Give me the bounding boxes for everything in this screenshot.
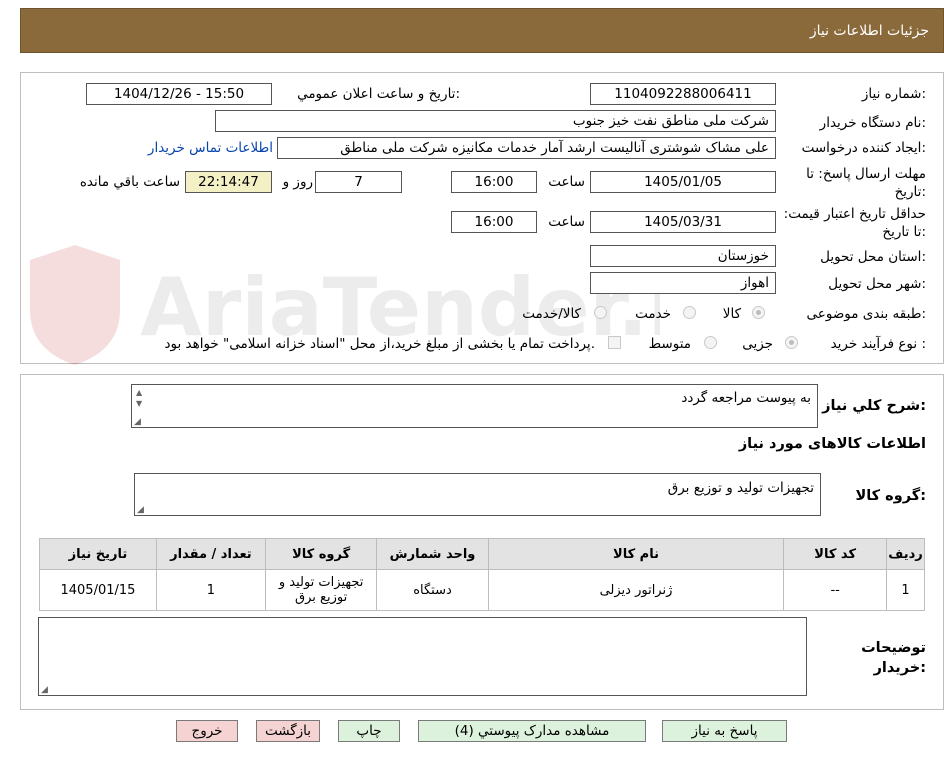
cell-quantity: 1 xyxy=(155,569,266,611)
resize-handle-icon[interactable]: ◢ xyxy=(41,685,48,695)
process-option-medium: متوسط xyxy=(648,336,691,352)
category-radio-goods[interactable] xyxy=(752,306,765,319)
goods-table: ردیف کد کالا نام کالا واحد شمارش گروه کا… xyxy=(39,538,925,611)
deadline-date-field: 1405/01/05 xyxy=(590,171,776,193)
validity-label: حداقل تاریخ اعتبار قیمت: تا تاریخ: xyxy=(783,206,926,240)
scroll-up-icon[interactable]: ▲ xyxy=(136,388,142,397)
page-title: جزئیات اطلاعات نیاز xyxy=(809,23,929,39)
goods-group-textarea[interactable]: تجهیزات تولید و توزیع برق ◢ xyxy=(134,473,821,516)
buyer-field: شرکت ملی مناطق نفت خیز جنوب xyxy=(215,110,776,132)
exit-button[interactable]: خروج xyxy=(176,720,238,742)
view-docs-button[interactable]: مشاهده مدارک پیوستي (4) xyxy=(418,720,646,742)
table-row: 1 -- ژنراتور دیزلی دستگاه تجهیزات تولید … xyxy=(39,569,925,611)
category-radio-goods-service[interactable] xyxy=(594,306,607,319)
deadline-time-field: 16:00 xyxy=(451,171,537,193)
buyer-contact-link[interactable]: اطلاعات تماس خریدار xyxy=(148,140,273,156)
col-group: گروه کالا xyxy=(264,538,378,570)
cell-group: تجهیزات تولید و توزیع برق xyxy=(264,569,378,611)
scroll-down-icon[interactable]: ▼ xyxy=(136,399,142,408)
cell-need-date: 1405/01/15 xyxy=(39,569,157,611)
validity-time-label: ساعت xyxy=(548,214,585,230)
deadline-time-label: ساعت xyxy=(548,174,585,190)
resize-handle-icon[interactable]: ◢ xyxy=(137,505,144,515)
buyer-notes-textarea[interactable]: ◢ xyxy=(38,617,807,696)
back-button[interactable]: بازگشت xyxy=(256,720,320,742)
goods-info-title: اطلاعات کالاهای مورد نیاز xyxy=(738,436,926,452)
goods-group-label: گروه کالا: xyxy=(855,488,926,504)
description-textarea[interactable]: به پیوست مراجعه گردد ▲ ▼ ◢ xyxy=(131,384,818,428)
page-header: جزئیات اطلاعات نیاز xyxy=(20,8,944,53)
cell-item-code: -- xyxy=(783,569,888,611)
process-option-minor: جزیی xyxy=(742,336,773,352)
shield-icon xyxy=(30,245,120,365)
process-radio-medium[interactable] xyxy=(704,336,717,349)
process-radio-minor[interactable] xyxy=(785,336,798,349)
remaining-label: ساعت باقي مانده xyxy=(79,174,180,190)
col-item-code: کد کالا xyxy=(783,538,888,570)
category-radio-service[interactable] xyxy=(683,306,696,319)
category-option-service: خدمت xyxy=(635,306,671,322)
days-label: روز و xyxy=(282,174,313,190)
col-item-name: نام کالا xyxy=(487,538,785,570)
reply-button[interactable]: پاسخ به نیاز xyxy=(662,720,787,742)
col-quantity: تعداد / مقدار xyxy=(155,538,266,570)
province-label: استان محل تحویل: xyxy=(820,249,926,265)
payment-note: پرداخت تمام یا بخشی از مبلغ خرید،از محل … xyxy=(164,336,595,352)
city-label: شهر محل تحویل: xyxy=(828,276,926,292)
buyer-label: نام دستگاه خریدار: xyxy=(819,115,926,131)
print-button[interactable]: چاپ xyxy=(338,720,400,742)
cell-unit: دستگاه xyxy=(376,569,489,611)
cell-item-name: ژنراتور دیزلی xyxy=(487,569,785,611)
category-option-goods: کالا xyxy=(722,306,741,322)
need-number-label: شماره نیاز: xyxy=(861,86,926,102)
cell-row-number: 1 xyxy=(886,569,925,611)
col-need-date: تاریخ نیاز xyxy=(39,538,157,570)
validity-date-field: 1405/03/31 xyxy=(590,211,776,233)
province-field: خوزستان xyxy=(590,245,776,267)
remaining-time-field: 22:14:47 xyxy=(185,171,272,193)
creator-label: ایجاد کننده درخواست: xyxy=(801,140,926,156)
days-field: 7 xyxy=(315,171,402,193)
goods-group-text: تجهیزات تولید و توزیع برق xyxy=(667,480,814,496)
category-label: طبقه بندی موضوعی: xyxy=(806,306,926,322)
city-field: اهواز xyxy=(590,272,776,294)
description-text: به پیوست مراجعه گردد xyxy=(681,390,811,406)
col-row-number: ردیف xyxy=(886,538,925,570)
announce-field: 1404/12/26 - 15:50 xyxy=(86,83,272,105)
col-unit: واحد شمارش xyxy=(376,538,489,570)
need-number-field: 1104092288006411 xyxy=(590,83,776,105)
buyer-notes-label: توضیحات خریدار: xyxy=(861,640,926,676)
announce-label: تاریخ و ساعت اعلان عمومي: xyxy=(297,86,460,102)
table-header-row: ردیف کد کالا نام کالا واحد شمارش گروه کا… xyxy=(39,538,925,570)
treasury-checkbox[interactable] xyxy=(608,336,621,349)
description-label: شرح كلي نياز: xyxy=(822,398,926,414)
process-label: نوع فرآیند خرید : xyxy=(830,336,926,352)
category-option-goods-service: کالا/خدمت xyxy=(522,306,581,322)
validity-time-field: 16:00 xyxy=(451,211,537,233)
deadline-label: مهلت ارسال پاسخ: تا تاریخ: xyxy=(806,166,926,200)
creator-field: علی مشاک شوشتری آنالیست ارشد آمار خدمات … xyxy=(277,137,776,159)
resize-handle-icon[interactable]: ◢ xyxy=(134,417,141,427)
